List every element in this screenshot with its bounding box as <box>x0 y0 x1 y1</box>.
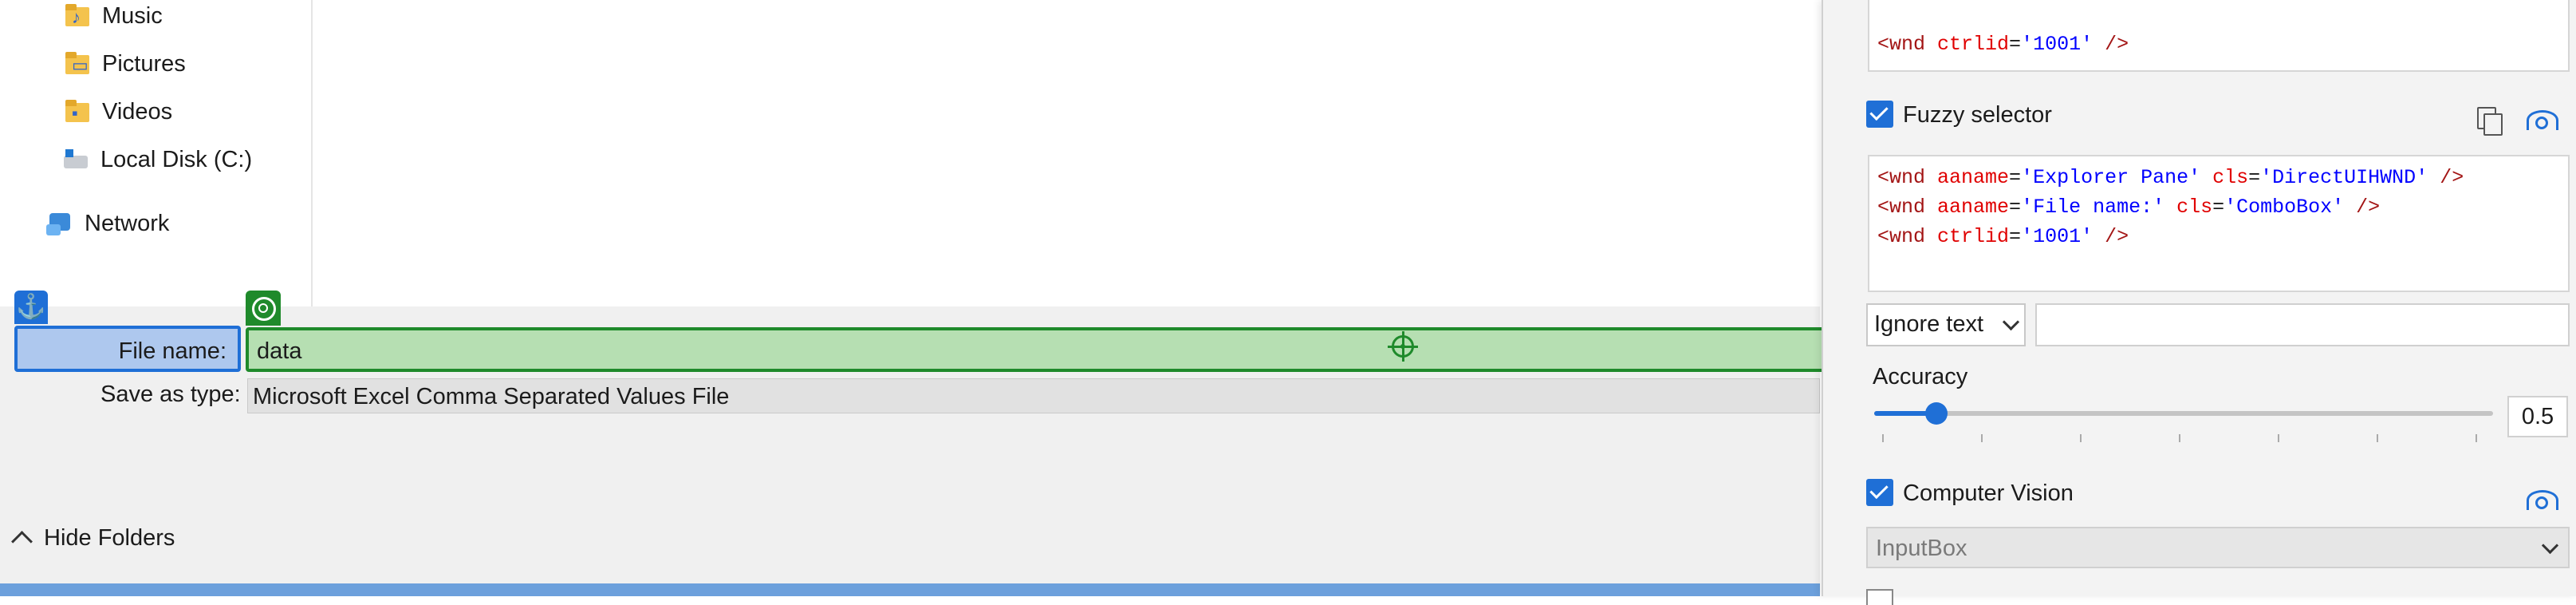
nav-item-pictures[interactable]: ▭ Pictures <box>64 42 186 86</box>
fuzzy-selector-label: Fuzzy selector <box>1903 102 2052 128</box>
save-type-label: Save as type: <box>100 382 241 407</box>
file-list-area[interactable] <box>313 0 1820 306</box>
slider-tick <box>2377 434 2378 442</box>
file-name-label: File name: <box>118 338 226 364</box>
target-icon <box>246 291 281 326</box>
network-icon <box>46 210 73 237</box>
save-type-select[interactable]: Microsoft Excel Comma Separated Values F… <box>247 378 1820 413</box>
text-value-input[interactable] <box>2035 303 2570 346</box>
selector-tag: <wnd <box>1877 166 1926 189</box>
file-name-label-highlight: File name: <box>14 326 241 372</box>
selector-tag: <wnd <box>1877 33 1926 56</box>
cv-type-dropdown[interactable]: InputBox <box>1866 527 2570 568</box>
selector-tag-close: /> <box>2093 225 2129 248</box>
selector-attr-name: cls <box>2176 196 2213 219</box>
nav-item-label: Local Disk (C:) <box>100 146 253 172</box>
nav-item-music[interactable]: ♪ Music <box>64 0 163 38</box>
computer-vision-eye-icon[interactable] <box>2525 482 2558 514</box>
selector-line: <wnd aaname='Explorer Pane' cls='DirectU… <box>1877 166 2464 189</box>
slider-tick <box>1981 434 1983 442</box>
selector-attr-value: 'Explorer Pane' <box>2021 166 2201 189</box>
anchor-icon: ⚓ <box>14 291 48 324</box>
selector-line: <wnd ctrlid='1001' /> <box>1877 33 2129 56</box>
text-mode-value: Ignore text <box>1874 311 1984 337</box>
fuzzy-selector-checkbox[interactable] <box>1866 101 1893 128</box>
chevron-down-icon <box>2541 536 2559 555</box>
selector-tag: <wnd <box>1877 196 1926 219</box>
computer-vision-checkbox[interactable] <box>1866 479 1893 506</box>
nav-item-label: Videos <box>102 98 173 125</box>
accuracy-slider[interactable] <box>1874 402 2493 425</box>
hide-folders-button[interactable]: Hide Folders <box>11 525 175 552</box>
nav-item-label: Pictures <box>102 50 186 77</box>
accuracy-value[interactable]: 0.5 <box>2507 396 2568 437</box>
nav-item-label: Network <box>85 210 170 236</box>
selector-attr-name: ctrlid <box>1937 33 2010 56</box>
selector-tag-close: /> <box>2093 33 2129 56</box>
selector-attr-value: '1001' <box>2021 33 2093 56</box>
selector-tag: <wnd <box>1877 225 1926 248</box>
accuracy-slider-thumb[interactable] <box>1925 402 1948 425</box>
slider-tick <box>2476 434 2477 442</box>
selector-tag-close: /> <box>2428 166 2464 189</box>
nav-item-label: Music <box>102 2 163 29</box>
selector-line: <wnd ctrlid='1001' /> <box>1877 225 2129 248</box>
dialog-bottom-strip <box>0 583 1820 596</box>
selector-attr-name: aaname <box>1937 166 2010 189</box>
selector-attr-name: cls <box>2212 166 2249 189</box>
selector-line: <wnd aaname='File name:' cls='ComboBox' … <box>1877 196 2381 219</box>
selector-attr-value: 'File name:' <box>2021 196 2165 219</box>
slider-tick <box>2179 434 2180 442</box>
cv-type-value: InputBox <box>1876 536 1967 561</box>
nav-item-videos[interactable]: ▪ Videos <box>64 89 172 134</box>
selector-attr-value: 'DirectUIHWND' <box>2260 166 2428 189</box>
crosshair-icon <box>1388 331 1418 362</box>
slider-tick <box>2278 434 2279 442</box>
nav-item-network[interactable]: Network <box>46 201 169 246</box>
fuzzy-selector-code-box[interactable]: <wnd aaname='Explorer Pane' cls='DirectU… <box>1868 155 2570 292</box>
file-name-input[interactable]: data <box>246 327 1825 372</box>
save-type-value: Microsoft Excel Comma Separated Values F… <box>253 384 730 409</box>
slider-tick <box>1882 434 1884 442</box>
selector-attr-value: '1001' <box>2021 225 2093 248</box>
chevron-up-icon <box>11 531 33 552</box>
computer-vision-label: Computer Vision <box>1903 480 2074 506</box>
navigation-pane: ♪ Music ▭ Pictures ▪ Videos Local Disk (… <box>0 0 313 306</box>
selector-attr-name: aaname <box>1937 196 2010 219</box>
text-mode-dropdown[interactable]: Ignore text <box>1866 303 2026 346</box>
hide-folders-label: Hide Folders <box>44 525 175 551</box>
nav-item-local-disk[interactable]: Local Disk (C:) <box>62 137 252 182</box>
music-folder-icon: ♪ <box>64 2 91 30</box>
partial-checkbox[interactable] <box>1866 589 1893 605</box>
code-spacer <box>1877 0 2560 30</box>
videos-folder-icon: ▪ <box>64 98 91 125</box>
copy-icon[interactable] <box>2472 104 2504 136</box>
slider-tick <box>2080 434 2082 442</box>
chevron-down-icon <box>2002 313 2020 331</box>
preview-eye-icon[interactable] <box>2525 102 2558 134</box>
selector-attr-value: 'ComboBox' <box>2224 196 2345 219</box>
pictures-folder-icon: ▭ <box>64 50 91 77</box>
local-disk-icon <box>62 146 89 173</box>
accuracy-label: Accuracy <box>1873 364 1968 389</box>
selector-attr-name: ctrlid <box>1937 225 2010 248</box>
file-name-value: data <box>257 338 302 364</box>
selector-tag-close: /> <box>2344 196 2381 219</box>
selector-code-box[interactable]: <wnd ctrlid='1001' /> <box>1868 0 2570 72</box>
